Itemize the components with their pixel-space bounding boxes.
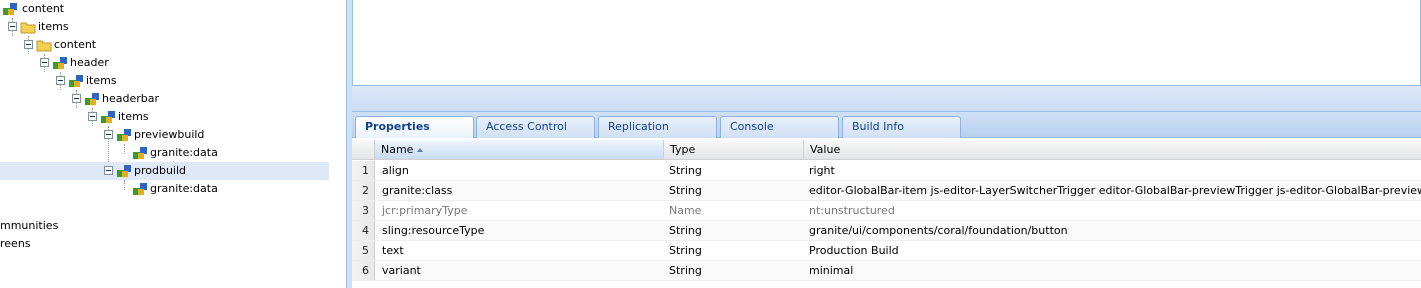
property-name: granite:class [382,184,453,197]
folder-icon [36,37,52,53]
grid-header: Name Type Value [352,140,1421,160]
tab-properties[interactable]: Properties [355,116,474,139]
node-icon [116,127,132,143]
tree-node-label: mmunities [0,219,59,232]
node-icon [100,109,116,125]
property-value: minimal [809,264,854,277]
table-row[interactable]: 5 text String Production Build [352,241,1421,261]
tree-guide-line [124,144,125,154]
property-name: align [382,164,409,177]
properties-grid: Name Type Value 1 align String right 2 g… [352,138,1421,288]
property-value: granite/ui/components/coral/foundation/b… [809,224,1068,237]
property-type: Name [669,204,702,217]
row-number: 4 [352,221,375,240]
collapse-toggle-icon[interactable] [88,112,97,121]
collapse-toggle-icon[interactable] [40,58,49,67]
row-number-header [352,140,375,159]
tree-node-label: previewbuild [134,128,205,141]
node-icon [116,163,132,179]
sort-ascending-icon [417,148,424,152]
column-header-label: Value [810,143,841,156]
tab-strip: Properties Access Control Replication Co… [352,112,1421,139]
node-icon [2,1,18,17]
property-value: editor-GlobalBar-item js-editor-LayerSwi… [809,184,1421,197]
collapse-toggle-icon[interactable] [56,76,65,85]
tree-node-label: granite:data [150,182,218,195]
property-value: right [809,164,835,177]
tree-node-label: prodbuild [134,164,187,177]
property-name: jcr:primaryType [382,204,468,217]
tab-replication[interactable]: Replication [598,116,717,138]
tree-node-label: items [86,74,117,87]
tree-node-label: content [54,38,97,51]
table-row[interactable]: 1 align String right [352,161,1421,181]
repository-tree: content items content header items heade… [0,0,346,288]
node-icon [84,91,100,107]
editor-panel [352,0,1421,86]
tab-access-control[interactable]: Access Control [476,116,595,138]
folder-icon [20,19,36,35]
row-number: 2 [352,181,375,200]
node-icon [132,145,148,161]
panel-title-bar[interactable] [352,86,1421,112]
tree-guide-line [124,180,125,190]
collapse-toggle-icon[interactable] [104,166,113,175]
property-name: sling:resourceType [382,224,485,237]
table-row[interactable]: 3 jcr:primaryType Name nt:unstructured [352,201,1421,221]
collapse-toggle-icon[interactable] [72,94,81,103]
property-type: String [669,164,702,177]
property-value: nt:unstructured [809,204,895,217]
node-icon [68,73,84,89]
property-name: text [382,244,404,257]
row-number: 5 [352,241,375,260]
property-type: String [669,264,702,277]
table-row[interactable]: 2 granite:class String editor-GlobalBar-… [352,181,1421,201]
node-icon [52,55,68,71]
tree-node-label: reens [0,237,31,250]
table-row[interactable]: 6 variant String minimal [352,261,1421,281]
collapse-toggle-icon[interactable] [24,40,33,49]
collapse-toggle-icon[interactable] [8,22,17,31]
column-header-type[interactable]: Type [664,140,804,159]
property-type: String [669,224,702,237]
tree-node-label: header [70,56,109,69]
collapse-toggle-icon[interactable] [104,130,113,139]
table-row[interactable]: 4 sling:resourceType String granite/ui/c… [352,221,1421,241]
column-header-value[interactable]: Value [804,140,1421,159]
property-type: String [669,244,702,257]
node-icon [132,181,148,197]
property-value: Production Build [809,244,899,257]
property-name: variant [382,264,421,277]
column-header-label: Type [670,143,696,156]
tree-node-label: items [118,110,149,123]
tree-node-label: content [22,2,65,15]
tree-node-label: granite:data [150,146,218,159]
tree-node-label: headerbar [102,92,159,105]
tab-build-info[interactable]: Build Info [842,116,961,138]
column-header-label: Name [381,143,414,156]
column-header-name[interactable]: Name [375,140,664,159]
row-number: 3 [352,201,375,220]
property-type: String [669,184,702,197]
row-number: 6 [352,261,375,280]
tree-node-label: items [38,20,69,33]
row-number: 1 [352,161,375,180]
tab-console[interactable]: Console [720,116,839,138]
